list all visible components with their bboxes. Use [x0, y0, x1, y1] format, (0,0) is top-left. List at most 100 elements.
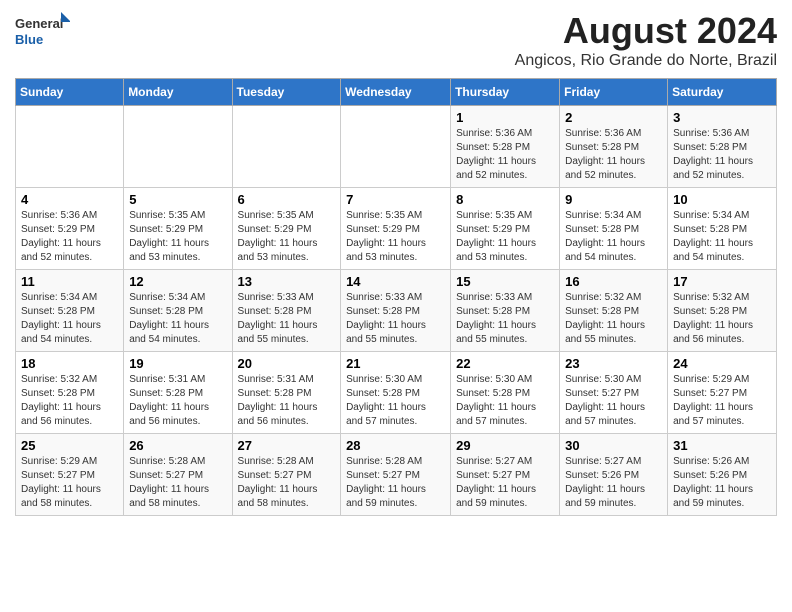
col-header-friday: Friday: [560, 79, 668, 106]
day-info: Sunrise: 5:34 AM Sunset: 5:28 PM Dayligh…: [21, 291, 118, 347]
day-info: Sunrise: 5:32 AM Sunset: 5:28 PM Dayligh…: [565, 291, 662, 347]
day-cell: 10Sunrise: 5:34 AM Sunset: 5:28 PM Dayli…: [668, 188, 777, 270]
header: General Blue August 2024 Angicos, Rio Gr…: [15, 10, 777, 70]
day-cell: 12 Sunrise: 5:34 AM Sunset: 5:28 PM Dayli…: [124, 270, 232, 352]
day-number: 6: [238, 192, 336, 207]
day-cell: 23Sunrise: 5:30 AM Sunset: 5:27 PM Dayli…: [560, 352, 668, 434]
day-info: Sunrise: 5:33 AM Sunset: 5:28 PM Dayligh…: [346, 291, 445, 347]
day-number: 21: [346, 356, 445, 371]
day-number: 14: [346, 274, 445, 289]
day-cell: 19 Sunrise: 5:31 AM Sunset: 5:28 PM Dayli…: [124, 352, 232, 434]
day-info: Sunrise: 5:28 AM Sunset: 5:27 PM Dayligh…: [238, 455, 336, 511]
day-cell: 27 Sunrise: 5:28 AM Sunset: 5:27 PM Dayli…: [232, 434, 341, 516]
day-info: Sunrise: 5:36 AM Sunset: 5:29 PM Dayligh…: [21, 209, 118, 265]
day-cell: 21 Sunrise: 5:30 AM Sunset: 5:28 PM Dayli…: [341, 352, 451, 434]
svg-text:General: General: [15, 16, 63, 31]
day-cell: 26 Sunrise: 5:28 AM Sunset: 5:27 PM Dayli…: [124, 434, 232, 516]
day-cell: [341, 106, 451, 188]
col-header-sunday: Sunday: [16, 79, 124, 106]
day-cell: 24Sunrise: 5:29 AM Sunset: 5:27 PM Dayli…: [668, 352, 777, 434]
day-info: Sunrise: 5:33 AM Sunset: 5:28 PM Dayligh…: [456, 291, 554, 347]
col-header-monday: Monday: [124, 79, 232, 106]
day-cell: 9 Sunrise: 5:34 AM Sunset: 5:28 PM Daylig…: [560, 188, 668, 270]
header-row: SundayMondayTuesdayWednesdayThursdayFrid…: [16, 79, 777, 106]
day-number: 28: [346, 438, 445, 453]
day-info: Sunrise: 5:34 AM Sunset: 5:28 PM Dayligh…: [565, 209, 662, 265]
day-number: 2: [565, 110, 662, 125]
day-number: 20: [238, 356, 336, 371]
week-row-2: 4 Sunrise: 5:36 AM Sunset: 5:29 PM Daylig…: [16, 188, 777, 270]
day-cell: 25Sunrise: 5:29 AM Sunset: 5:27 PM Dayli…: [16, 434, 124, 516]
day-number: 12: [129, 274, 226, 289]
day-info: Sunrise: 5:30 AM Sunset: 5:28 PM Dayligh…: [456, 373, 554, 429]
day-info: Sunrise: 5:36 AM Sunset: 5:28 PM Dayligh…: [456, 127, 554, 183]
day-cell: 11 Sunrise: 5:34 AM Sunset: 5:28 PM Dayli…: [16, 270, 124, 352]
day-number: 9: [565, 192, 662, 207]
day-cell: 13 Sunrise: 5:33 AM Sunset: 5:28 PM Dayli…: [232, 270, 341, 352]
day-info: Sunrise: 5:35 AM Sunset: 5:29 PM Dayligh…: [346, 209, 445, 265]
day-cell: 3 Sunrise: 5:36 AM Sunset: 5:28 PM Daylig…: [668, 106, 777, 188]
day-cell: 22 Sunrise: 5:30 AM Sunset: 5:28 PM Dayli…: [451, 352, 560, 434]
month-title: August 2024: [515, 10, 777, 52]
day-cell: 4 Sunrise: 5:36 AM Sunset: 5:29 PM Daylig…: [16, 188, 124, 270]
day-info: Sunrise: 5:28 AM Sunset: 5:27 PM Dayligh…: [129, 455, 226, 511]
day-number: 15: [456, 274, 554, 289]
day-cell: 31 Sunrise: 5:26 AM Sunset: 5:26 PM Dayli…: [668, 434, 777, 516]
day-number: 16: [565, 274, 662, 289]
day-number: 31: [673, 438, 771, 453]
day-cell: 1 Sunrise: 5:36 AM Sunset: 5:28 PM Daylig…: [451, 106, 560, 188]
day-info: Sunrise: 5:30 AM Sunset: 5:28 PM Dayligh…: [346, 373, 445, 429]
day-cell: [232, 106, 341, 188]
col-header-wednesday: Wednesday: [341, 79, 451, 106]
day-number: 11: [21, 274, 118, 289]
day-info: Sunrise: 5:33 AM Sunset: 5:28 PM Dayligh…: [238, 291, 336, 347]
day-info: Sunrise: 5:34 AM Sunset: 5:28 PM Dayligh…: [129, 291, 226, 347]
day-info: Sunrise: 5:29 AM Sunset: 5:27 PM Dayligh…: [21, 455, 118, 511]
day-number: 22: [456, 356, 554, 371]
day-number: 3: [673, 110, 771, 125]
day-info: Sunrise: 5:35 AM Sunset: 5:29 PM Dayligh…: [238, 209, 336, 265]
day-info: Sunrise: 5:35 AM Sunset: 5:29 PM Dayligh…: [456, 209, 554, 265]
day-info: Sunrise: 5:28 AM Sunset: 5:27 PM Dayligh…: [346, 455, 445, 511]
day-cell: [124, 106, 232, 188]
day-cell: 18Sunrise: 5:32 AM Sunset: 5:28 PM Dayli…: [16, 352, 124, 434]
day-number: 27: [238, 438, 336, 453]
day-info: Sunrise: 5:27 AM Sunset: 5:26 PM Dayligh…: [565, 455, 662, 511]
logo: General Blue: [15, 10, 70, 55]
week-row-4: 18Sunrise: 5:32 AM Sunset: 5:28 PM Dayli…: [16, 352, 777, 434]
day-number: 7: [346, 192, 445, 207]
day-info: Sunrise: 5:36 AM Sunset: 5:28 PM Dayligh…: [673, 127, 771, 183]
day-cell: 20 Sunrise: 5:31 AM Sunset: 5:28 PM Dayli…: [232, 352, 341, 434]
day-number: 26: [129, 438, 226, 453]
day-number: 29: [456, 438, 554, 453]
col-header-thursday: Thursday: [451, 79, 560, 106]
day-cell: 6 Sunrise: 5:35 AM Sunset: 5:29 PM Daylig…: [232, 188, 341, 270]
day-number: 23: [565, 356, 662, 371]
week-row-3: 11 Sunrise: 5:34 AM Sunset: 5:28 PM Dayli…: [16, 270, 777, 352]
day-info: Sunrise: 5:26 AM Sunset: 5:26 PM Dayligh…: [673, 455, 771, 511]
day-number: 17: [673, 274, 771, 289]
calendar-table: SundayMondayTuesdayWednesdayThursdayFrid…: [15, 78, 777, 516]
day-info: Sunrise: 5:32 AM Sunset: 5:28 PM Dayligh…: [673, 291, 771, 347]
svg-text:Blue: Blue: [15, 32, 43, 47]
day-info: Sunrise: 5:36 AM Sunset: 5:28 PM Dayligh…: [565, 127, 662, 183]
location-subtitle: Angicos, Rio Grande do Norte, Brazil: [515, 52, 777, 70]
day-info: Sunrise: 5:31 AM Sunset: 5:28 PM Dayligh…: [129, 373, 226, 429]
day-cell: 2 Sunrise: 5:36 AM Sunset: 5:28 PM Daylig…: [560, 106, 668, 188]
day-info: Sunrise: 5:35 AM Sunset: 5:29 PM Dayligh…: [129, 209, 226, 265]
day-info: Sunrise: 5:31 AM Sunset: 5:28 PM Dayligh…: [238, 373, 336, 429]
day-cell: 30 Sunrise: 5:27 AM Sunset: 5:26 PM Dayli…: [560, 434, 668, 516]
day-number: 13: [238, 274, 336, 289]
day-cell: 14 Sunrise: 5:33 AM Sunset: 5:28 PM Dayli…: [341, 270, 451, 352]
day-cell: 28 Sunrise: 5:28 AM Sunset: 5:27 PM Dayli…: [341, 434, 451, 516]
day-cell: 17 Sunrise: 5:32 AM Sunset: 5:28 PM Dayli…: [668, 270, 777, 352]
day-number: 4: [21, 192, 118, 207]
day-number: 1: [456, 110, 554, 125]
day-number: 30: [565, 438, 662, 453]
day-number: 24: [673, 356, 771, 371]
day-cell: 29 Sunrise: 5:27 AM Sunset: 5:27 PM Dayli…: [451, 434, 560, 516]
col-header-tuesday: Tuesday: [232, 79, 341, 106]
day-number: 5: [129, 192, 226, 207]
day-info: Sunrise: 5:27 AM Sunset: 5:27 PM Dayligh…: [456, 455, 554, 511]
day-number: 19: [129, 356, 226, 371]
